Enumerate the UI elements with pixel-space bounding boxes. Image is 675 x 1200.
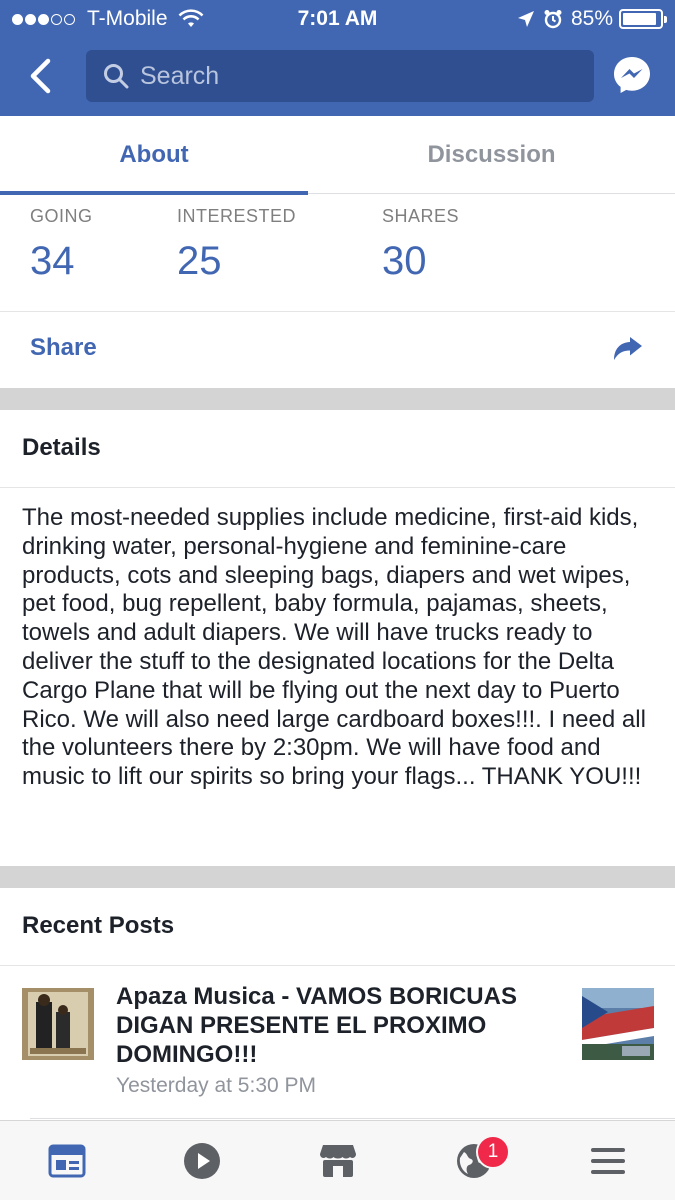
interested-label: INTERESTED <box>177 206 297 226</box>
event-stats: GOING 34 INTERESTED 25 SHARES 30 <box>0 194 675 312</box>
video-icon <box>184 1143 220 1179</box>
share-arrow-icon[interactable] <box>612 335 644 363</box>
marketplace-icon <box>320 1145 356 1177</box>
messenger-button[interactable] <box>612 55 652 95</box>
recent-posts-header: Recent Posts <box>0 888 675 966</box>
event-tabs: About Discussion <box>0 116 675 195</box>
menu-icon <box>591 1148 625 1174</box>
search-icon <box>104 64 129 89</box>
interested-count: 25 <box>177 239 222 283</box>
shares-stat[interactable]: SHARES 30 <box>382 206 459 284</box>
status-bar: T-Mobile 7:01 AM 85% <box>0 0 675 38</box>
chevron-left-icon <box>30 58 51 94</box>
post-author-thumbnail[interactable] <box>22 988 94 1060</box>
bottom-tab-bar <box>0 1120 675 1200</box>
post-image-thumbnail[interactable] <box>582 988 654 1060</box>
alarm-clock-icon <box>544 10 562 29</box>
search-bar[interactable] <box>86 50 594 102</box>
interested-stat[interactable]: INTERESTED 25 <box>177 206 296 284</box>
section-divider <box>0 866 675 888</box>
section-divider <box>0 388 675 410</box>
messenger-icon <box>614 57 650 93</box>
news-feed-icon <box>48 1144 86 1178</box>
post-title[interactable]: Apaza Musica - VAMOS BORICUAS DIGAN PRES… <box>116 982 556 1069</box>
news-feed-tab[interactable] <box>45 1139 89 1183</box>
top-header: T-Mobile 7:01 AM 85% <box>0 0 675 116</box>
notification-badge: 1 <box>476 1135 510 1169</box>
back-button[interactable] <box>22 54 58 98</box>
shares-count: 30 <box>382 239 427 283</box>
video-tab[interactable] <box>180 1139 224 1183</box>
going-label: GOING <box>30 206 93 226</box>
list-item[interactable]: Apaza Musica - VAMOS BORICUAS DIGAN PRES… <box>0 966 675 1116</box>
battery-percentage: 85% <box>570 7 613 30</box>
list-divider <box>30 1118 675 1119</box>
marketplace-tab[interactable] <box>316 1139 360 1183</box>
share-button[interactable]: Share <box>30 334 97 362</box>
going-stat[interactable]: GOING 34 <box>30 206 93 284</box>
shares-label: SHARES <box>382 206 460 226</box>
location-arrow-icon <box>517 11 534 27</box>
menu-tab[interactable] <box>586 1139 630 1183</box>
tab-about[interactable]: About <box>0 116 308 195</box>
details-heading: Details <box>22 434 101 461</box>
details-header: Details <box>0 410 675 488</box>
post-timestamp: Yesterday at 5:30 PM <box>116 1074 317 1097</box>
share-row[interactable]: Share <box>0 312 675 388</box>
tab-discussion[interactable]: Discussion <box>308 116 675 194</box>
recent-posts-heading: Recent Posts <box>22 912 175 939</box>
battery-icon <box>619 9 667 29</box>
details-text: The most-needed supplies include medicin… <box>22 504 646 791</box>
going-count: 34 <box>30 239 75 283</box>
search-input[interactable] <box>140 61 560 91</box>
